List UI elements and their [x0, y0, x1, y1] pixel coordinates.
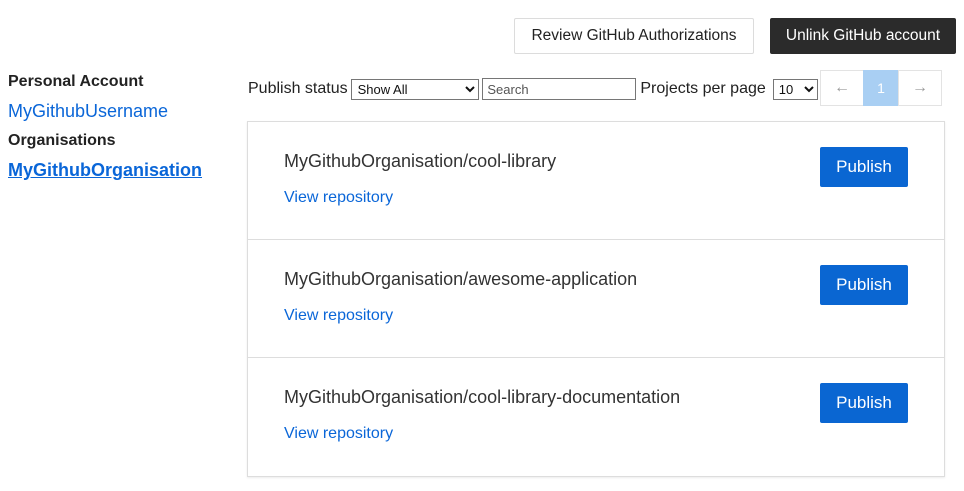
view-repository-link[interactable]: View repository [284, 425, 393, 443]
organisations-heading: Organisations [8, 132, 116, 149]
next-page-button[interactable]: → [898, 70, 942, 106]
arrow-left-icon: ← [834, 79, 850, 96]
repository-name: MyGithubOrganisation/cool-library [284, 151, 557, 171]
publish-status-label: Publish status [248, 80, 348, 97]
pagination: ← 1 → [820, 70, 942, 106]
arrow-right-icon: → [912, 79, 928, 96]
publish-button[interactable]: Publish [820, 147, 908, 187]
repository-row: MyGithubOrganisation/cool-library View r… [248, 122, 944, 240]
repository-list: MyGithubOrganisation/cool-library View r… [247, 121, 945, 477]
publish-button[interactable]: Publish [820, 265, 908, 305]
publish-status-select[interactable]: Show All [350, 78, 480, 100]
view-repository-link[interactable]: View repository [284, 189, 393, 207]
sidebar-item-organisation[interactable]: MyGithubOrganisation [8, 153, 228, 188]
search-input[interactable] [482, 78, 637, 100]
previous-page-button[interactable]: ← [820, 70, 864, 106]
repository-name: MyGithubOrganisation/cool-library-docume… [284, 387, 681, 407]
account-sidebar: Personal Account MyGithubUsername Organi… [8, 70, 228, 188]
repository-row: MyGithubOrganisation/cool-library-docume… [248, 358, 944, 476]
filter-bar: Publish status Show All Projects per pag… [248, 70, 818, 108]
sidebar-item-personal-user[interactable]: MyGithubUsername [8, 94, 228, 129]
review-github-authorizations-button[interactable]: Review GitHub Authorizations [514, 18, 754, 54]
current-page-button[interactable]: 1 [863, 70, 899, 106]
repository-name: MyGithubOrganisation/awesome-application [284, 269, 638, 289]
projects-per-page-select[interactable]: 10 [772, 78, 818, 100]
projects-per-page-label: Projects per page [640, 80, 766, 97]
personal-account-heading: Personal Account [8, 73, 144, 90]
repository-row: MyGithubOrganisation/awesome-application… [248, 240, 944, 358]
view-repository-link[interactable]: View repository [284, 307, 393, 325]
unlink-github-account-button[interactable]: Unlink GitHub account [770, 18, 956, 54]
publish-button[interactable]: Publish [820, 383, 908, 423]
